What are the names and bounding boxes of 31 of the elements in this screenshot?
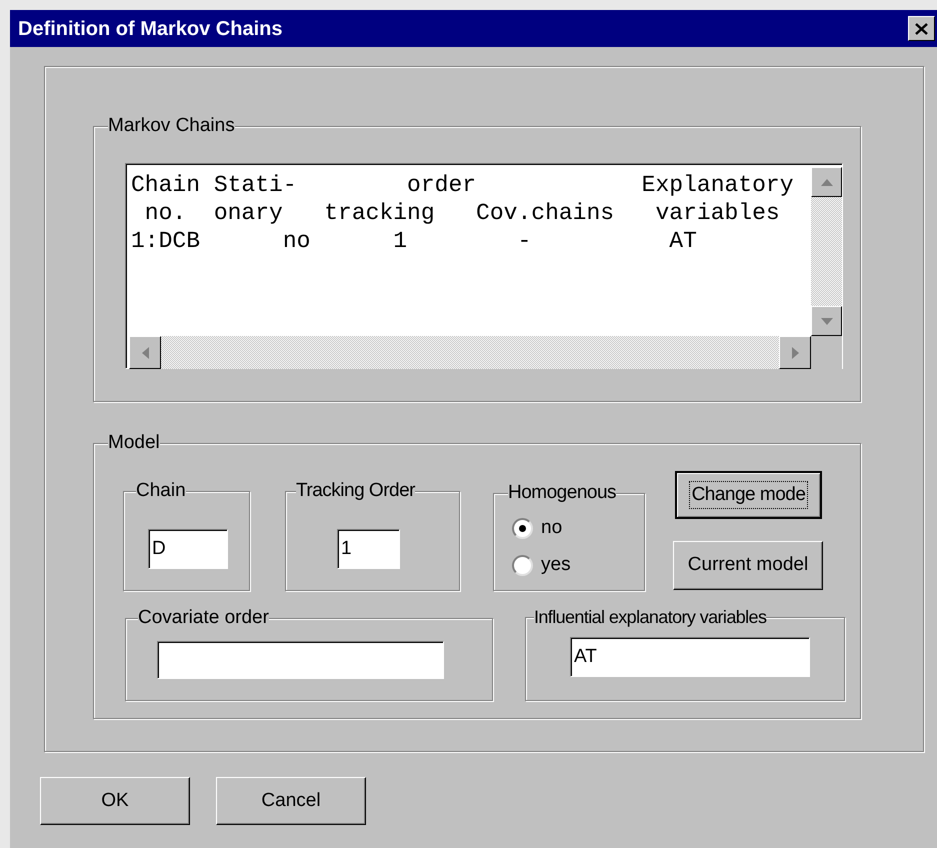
window-title: Definition of Markov Chains — [18, 16, 282, 42]
action-button[interactable]: Current model — [673, 541, 823, 590]
scroll-up-button[interactable] — [811, 167, 842, 197]
covariate-order-field[interactable] — [157, 641, 444, 679]
dialog-button[interactable]: Cancel — [216, 777, 366, 825]
close-icon — [915, 22, 928, 34]
list-box[interactable]: Chain Stati- order Explanatory no. onary tracking Cov.chains variables 1:DCB no 1 - AT — [125, 163, 843, 369]
scroll-left-button[interactable] — [129, 336, 161, 369]
up-arrow-icon — [820, 178, 832, 186]
scrollbar-corner — [811, 336, 842, 369]
group-label: Tracking Order — [296, 479, 415, 503]
left-arrow-icon — [142, 346, 148, 358]
radio-label: no — [541, 516, 562, 540]
action-button[interactable]: Change mode — [675, 471, 822, 519]
vertical-scrollbar[interactable] — [811, 167, 842, 336]
radio-label: yes — [541, 553, 571, 577]
close-button[interactable] — [908, 16, 935, 41]
radio-button[interactable] — [512, 554, 533, 576]
horizontal-scrollbar[interactable] — [129, 336, 812, 369]
right-arrow-icon — [792, 346, 799, 358]
radio-button[interactable] — [512, 518, 533, 538]
list-line: Chain Stati- order Explanatory — [131, 171, 794, 199]
down-arrow-icon — [820, 318, 832, 324]
dialog-button[interactable]: OK — [40, 777, 190, 825]
influential-variables-field[interactable]: AT — [570, 637, 810, 677]
scroll-right-button[interactable] — [779, 336, 812, 369]
scroll-down-button[interactable] — [811, 306, 842, 336]
tracking-order-field[interactable]: 1 — [337, 529, 400, 569]
list-line: no. onary tracking Cov.chains variables — [144, 199, 780, 227]
list-line: 1:DCB no 1 - AT — [131, 227, 697, 255]
chain-field[interactable]: D — [148, 529, 228, 569]
